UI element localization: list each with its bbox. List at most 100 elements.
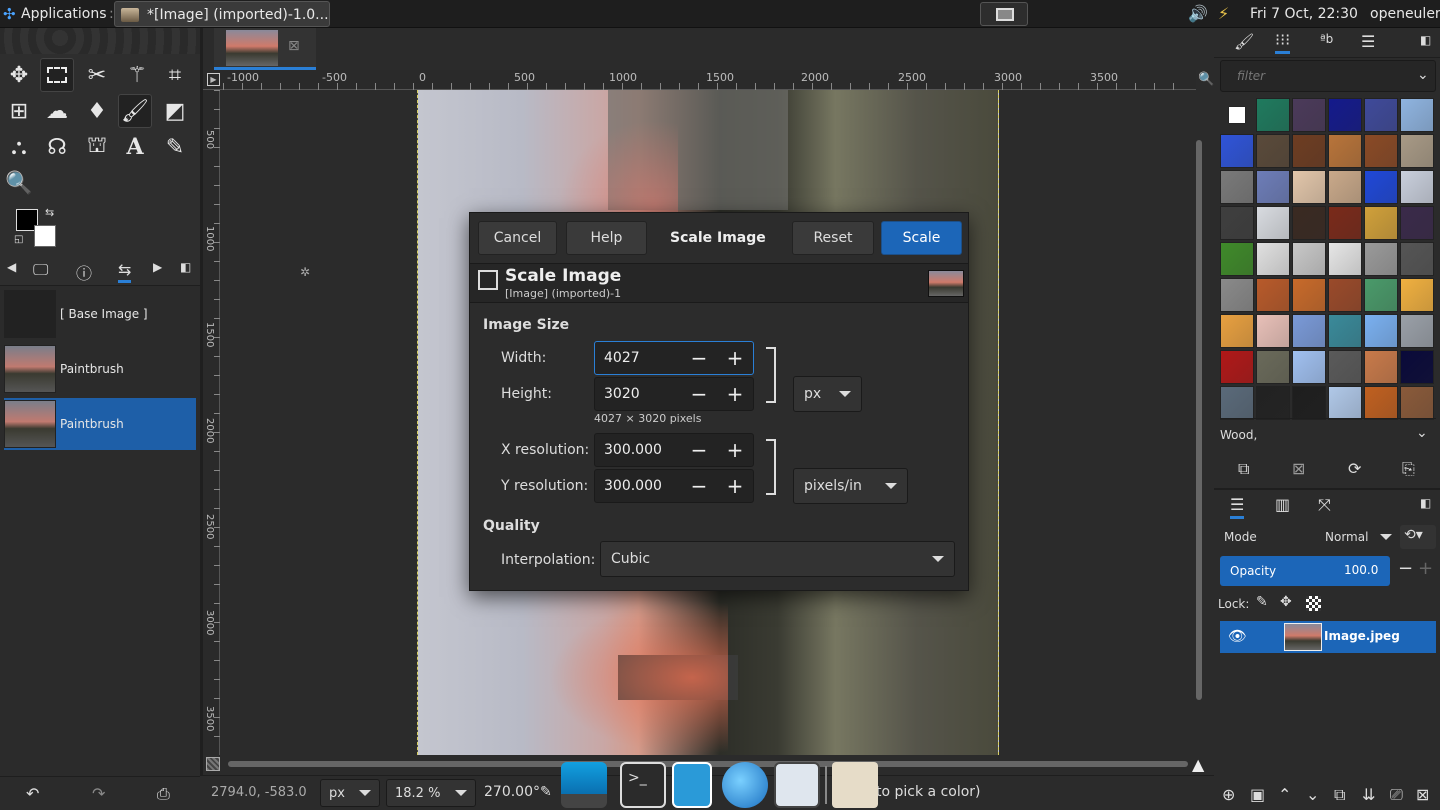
tab-paths-icon[interactable]: ⤧ bbox=[1318, 495, 1331, 515]
new-layer-group-icon[interactable]: ▣ bbox=[1250, 785, 1265, 804]
horizontal-ruler[interactable]: ▶ -1000 -500 0 500 1000 1500 2000 2500 3… bbox=[203, 70, 1196, 90]
pattern-swatch[interactable] bbox=[1328, 134, 1362, 168]
y-resolution-decrement-button[interactable]: − bbox=[681, 474, 717, 498]
pattern-swatch[interactable] bbox=[1292, 314, 1326, 348]
resolution-chain-link-icon[interactable] bbox=[766, 439, 776, 495]
pattern-swatch[interactable] bbox=[1256, 242, 1290, 276]
interpolation-select[interactable]: Cubic bbox=[600, 541, 955, 577]
width-value[interactable]: 4027 bbox=[595, 350, 681, 366]
resolution-unit-select[interactable]: pixels/in bbox=[793, 468, 908, 504]
close-tab-icon[interactable]: ⊠ bbox=[288, 38, 300, 54]
panel-menu-icon[interactable]: ◧ bbox=[180, 260, 191, 274]
volume-icon[interactable]: 🔊 bbox=[1188, 4, 1208, 23]
chevron-down-icon[interactable]: ⌄ bbox=[1416, 425, 1428, 441]
pattern-swatch[interactable] bbox=[1364, 386, 1398, 420]
width-decrement-button[interactable]: − bbox=[681, 346, 717, 370]
pattern-swatch[interactable] bbox=[1256, 386, 1290, 420]
duplicate-layer-icon[interactable]: ⧉ bbox=[1334, 785, 1345, 805]
lower-layer-icon[interactable]: ⌄ bbox=[1306, 785, 1319, 804]
tab-channels-icon[interactable]: ▥ bbox=[1275, 495, 1290, 514]
pattern-swatch[interactable] bbox=[1256, 134, 1290, 168]
tab-brushes-icon[interactable]: 🖌 bbox=[1234, 32, 1254, 51]
pattern-swatch[interactable] bbox=[1400, 134, 1434, 168]
pattern-swatch[interactable] bbox=[1328, 98, 1362, 132]
pattern-swatch[interactable] bbox=[1328, 278, 1362, 312]
height-value[interactable]: 3020 bbox=[595, 386, 681, 402]
zoom-select[interactable]: 18.2 % bbox=[386, 779, 476, 807]
dock-desktop-icon[interactable] bbox=[561, 762, 607, 808]
opacity-slider[interactable]: Opacity 100.0 bbox=[1220, 556, 1390, 586]
raise-layer-icon[interactable]: ⌃ bbox=[1278, 785, 1291, 804]
zoom-tool-icon[interactable]: 🔍 bbox=[2, 166, 36, 200]
height-decrement-button[interactable]: − bbox=[681, 382, 717, 406]
height-field[interactable]: 3020 − + bbox=[594, 377, 754, 411]
pattern-swatch[interactable] bbox=[1220, 386, 1254, 420]
pattern-swatch[interactable] bbox=[1364, 314, 1398, 348]
size-unit-select[interactable]: px bbox=[793, 376, 862, 412]
fuzzy-select-tool-icon[interactable]: ⚚ bbox=[120, 58, 154, 92]
pattern-swatch[interactable] bbox=[1292, 134, 1326, 168]
pattern-swatch[interactable] bbox=[1364, 350, 1398, 384]
pattern-swatch[interactable] bbox=[1400, 314, 1434, 348]
pattern-swatch[interactable] bbox=[1328, 170, 1362, 204]
pattern-swatch[interactable] bbox=[1292, 98, 1326, 132]
default-colors-icon[interactable]: ◱ bbox=[14, 234, 23, 245]
swap-colors-icon[interactable]: ⇆ bbox=[45, 206, 54, 219]
pattern-swatch[interactable] bbox=[1256, 350, 1290, 384]
pattern-swatch[interactable] bbox=[1400, 278, 1434, 312]
mask-layer-icon[interactable]: ⎚ bbox=[1390, 785, 1403, 805]
dock-terminal-icon[interactable]: >_ bbox=[620, 762, 666, 808]
x-resolution-field[interactable]: 300.000 − + bbox=[594, 433, 754, 467]
pattern-swatch[interactable] bbox=[1364, 242, 1398, 276]
duplicate-pattern-icon[interactable]: ⧉ bbox=[1238, 459, 1249, 479]
x-resolution-decrement-button[interactable]: − bbox=[681, 438, 717, 462]
history-item[interactable]: [ Base Image ] bbox=[4, 288, 196, 340]
x-resolution-value[interactable]: 300.000 bbox=[595, 442, 681, 458]
pattern-swatch[interactable] bbox=[1220, 350, 1254, 384]
network-icon[interactable]: ⚡ bbox=[1218, 4, 1229, 23]
tab-patterns-icon[interactable]: ⁝⁝⁝ bbox=[1275, 30, 1291, 54]
pattern-swatch[interactable] bbox=[1364, 98, 1398, 132]
history-item-selected[interactable]: Paintbrush bbox=[4, 398, 196, 450]
show-desktop-button[interactable] bbox=[980, 2, 1028, 26]
toggle-quick-mask-icon[interactable] bbox=[206, 757, 220, 771]
panel-menu-icon[interactable]: ◧ bbox=[1420, 496, 1431, 510]
rotation-angle[interactable]: 270.00° bbox=[484, 784, 540, 800]
clear-history-icon[interactable]: ⎙ bbox=[157, 784, 170, 804]
pattern-swatch[interactable] bbox=[1292, 278, 1326, 312]
applications-icon[interactable]: ✣ bbox=[3, 6, 19, 22]
bucket-fill-tool-icon[interactable]: ♦ bbox=[80, 94, 114, 128]
visibility-eye-icon[interactable]: 👁 bbox=[1228, 627, 1247, 645]
clone-tool-icon[interactable]: ⛬ bbox=[2, 130, 36, 164]
vertical-ruler[interactable]: 500 1000 1500 2000 2500 3000 3500 bbox=[203, 90, 220, 755]
chevron-down-icon[interactable]: ⌄ bbox=[1417, 67, 1429, 83]
opacity-decrement-button[interactable]: − bbox=[1398, 558, 1413, 579]
warp-transform-tool-icon[interactable]: ☁ bbox=[40, 94, 74, 128]
pattern-swatch[interactable] bbox=[1220, 170, 1254, 204]
eraser-tool-icon[interactable]: ◩ bbox=[158, 94, 192, 128]
size-chain-link-icon[interactable] bbox=[766, 347, 776, 403]
background-color-swatch[interactable] bbox=[34, 225, 56, 247]
pattern-swatch[interactable] bbox=[1256, 278, 1290, 312]
layer-mode-select[interactable]: Normal bbox=[1314, 525, 1394, 549]
crop-tool-icon[interactable]: ⌗ bbox=[158, 58, 192, 92]
unified-transform-tool-icon[interactable]: ⊞ bbox=[2, 94, 36, 128]
pattern-swatch[interactable] bbox=[1364, 134, 1398, 168]
dock-browser-icon[interactable] bbox=[722, 762, 768, 808]
width-increment-button[interactable]: + bbox=[717, 346, 753, 370]
dock-search-icon[interactable] bbox=[774, 762, 820, 808]
dock-folder-icon[interactable] bbox=[832, 762, 878, 808]
pattern-swatch[interactable] bbox=[1400, 350, 1434, 384]
open-pattern-icon[interactable]: ⎘ bbox=[1402, 459, 1415, 479]
tab-image-info-icon[interactable]: ⓘ bbox=[76, 260, 92, 284]
pattern-swatch[interactable] bbox=[1292, 350, 1326, 384]
pattern-swatch[interactable] bbox=[1400, 98, 1434, 132]
pattern-swatch[interactable] bbox=[1220, 134, 1254, 168]
layer-row[interactable]: 👁 Image.jpeg bbox=[1220, 621, 1436, 653]
merge-layer-icon[interactable]: ⇊ bbox=[1362, 785, 1375, 804]
pattern-swatch[interactable] bbox=[1220, 278, 1254, 312]
pattern-swatch[interactable] bbox=[1228, 106, 1246, 124]
width-field[interactable]: 4027 − + bbox=[594, 341, 754, 375]
rect-select-tool-icon[interactable] bbox=[40, 58, 74, 92]
pattern-swatch[interactable] bbox=[1256, 314, 1290, 348]
